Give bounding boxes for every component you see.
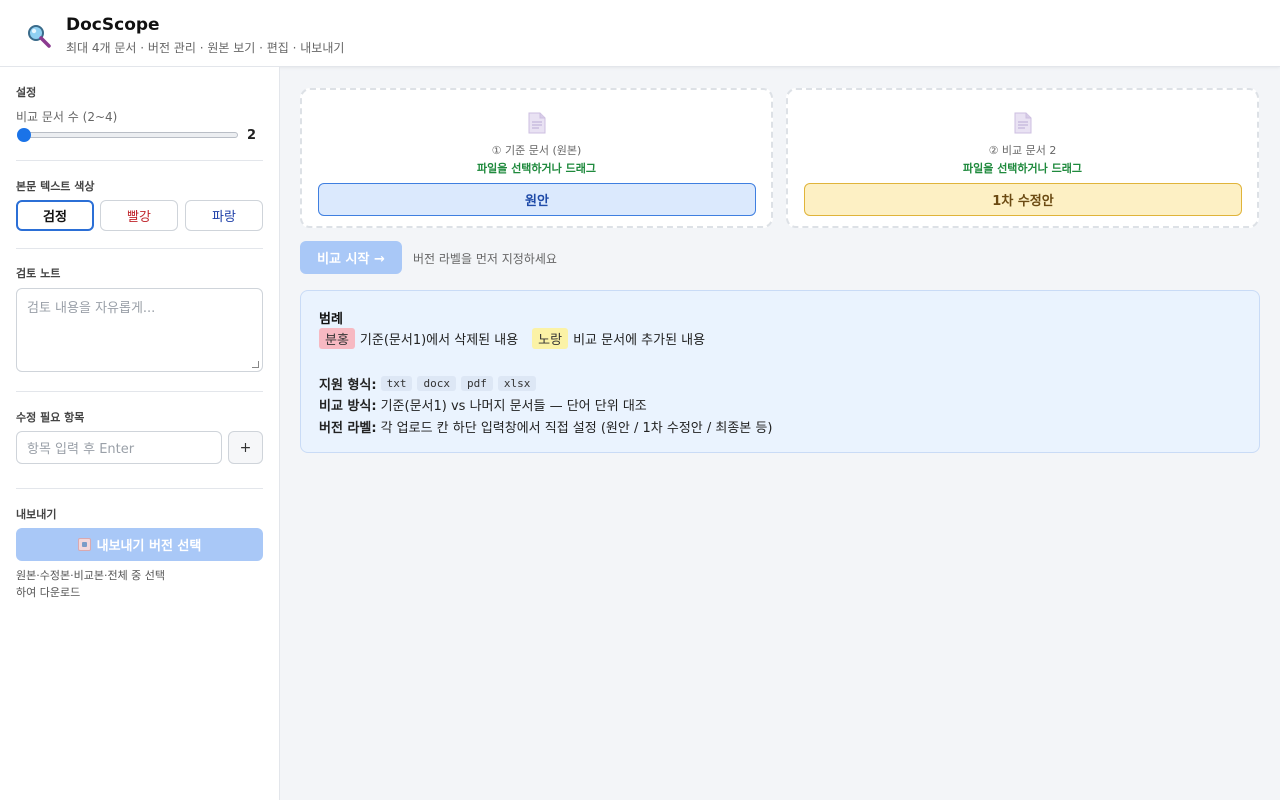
fix-items-title: 수정 필요 항목 [16,411,85,424]
export-version-button[interactable]: 내보내기 버전 선택 [16,528,263,561]
settings-title: 설정 [16,86,37,99]
doc-count-value: 2 [247,128,257,143]
start-hint: 버전 라벨을 먼저 지정하세요 [413,252,557,266]
app-header: DocScope 최대 4개 문서 · 버전 관리 · 원본 보기 · 편집 ·… [0,0,1280,67]
doc-count-slider-thumb[interactable] [17,128,31,142]
upload-hint[interactable]: 파일을 선택하거나 드래그 [302,160,771,176]
version-row: 버전 라벨: 각 업로드 칸 하단 입력창에서 직접 설정 (원안 / 1차 수… [319,417,772,436]
color-red-button[interactable]: 빨강 [100,200,178,231]
version-label: 버전 라벨: [319,421,377,436]
method-label: 비교 방식: [319,399,377,414]
export-button-label: 내보내기 버전 선택 [96,539,202,554]
version-label-input[interactable]: 1차 수정안 [804,183,1242,216]
format-badge: pdf [460,376,493,391]
divider [16,248,263,249]
text-color-title: 본문 텍스트 색상 [16,180,95,193]
review-notes-textarea[interactable]: 검토 내용을 자유롭게... [16,288,263,372]
app-title: DocScope [66,15,160,35]
upload-hint[interactable]: 파일을 선택하거나 드래그 [788,160,1257,176]
divider [16,391,263,392]
format-badge: docx [417,376,456,391]
document-icon [1014,112,1032,134]
version-label-input[interactable]: 원안 [318,183,756,216]
notes-title: 검토 노트 [16,267,61,280]
method-text: 기준(문서1) vs 나머지 문서들 — 단어 단위 대조 [380,399,647,414]
main-content: ① 기준 문서 (원본) 파일을 선택하거나 드래그 원안 ② 비교 문서 2 … [281,67,1280,800]
deleted-text: 기준(문서1)에서 삭제된 내용 [359,333,519,348]
export-title: 내보내기 [16,508,57,521]
legend-title: 범례 [319,312,343,327]
export-hint: 원본·수정본·비교본·전체 중 선택하여 다운로드 [16,569,166,599]
doc-count-label: 비교 문서 수 (2~4) [16,110,118,124]
sidebar: 설정 비교 문서 수 (2~4) 2 본문 텍스트 색상 검정 빨강 파랑 검토… [0,67,280,800]
added-text: 비교 문서에 추가된 내용 [573,333,706,348]
legend-colors-row: 분홍 기준(문서1)에서 삭제된 내용 노랑 비교 문서에 추가된 내용 [319,328,705,349]
app-subtitle: 최대 4개 문서 · 버전 관리 · 원본 보기 · 편집 · 내보내기 [66,41,345,55]
calendar-icon [77,538,91,551]
color-blue-button[interactable]: 파랑 [185,200,263,231]
formats-label: 지원 형식: [319,378,377,393]
magnifier-icon [28,25,51,48]
upload-card-base[interactable]: ① 기준 문서 (원본) 파일을 선택하거나 드래그 원안 [300,88,773,228]
added-chip: 노랑 [532,328,569,349]
format-badge: txt [380,376,413,391]
fix-item-placeholder: 항목 입력 후 Enter [27,442,135,457]
method-row: 비교 방식: 기준(문서1) vs 나머지 문서들 — 단어 단위 대조 [319,395,647,414]
deleted-chip: 분홍 [319,328,355,349]
color-black-button[interactable]: 검정 [16,200,94,231]
format-badge: xlsx [497,376,537,391]
legend-panel: 범례 분홍 기준(문서1)에서 삭제된 내용 노랑 비교 문서에 추가된 내용 … [300,290,1260,453]
divider [16,488,263,489]
resize-grip-icon[interactable] [252,361,259,368]
divider [16,160,263,161]
formats-row: 지원 형식: txt docx pdf xlsx [319,374,541,393]
upload-card-compare[interactable]: ② 비교 문서 2 파일을 선택하거나 드래그 1차 수정안 [786,88,1259,228]
start-compare-button[interactable]: 비교 시작 → [300,241,402,274]
doc-count-slider-track[interactable] [18,132,238,138]
version-text: 각 업로드 칸 하단 입력창에서 직접 설정 (원안 / 1차 수정안 / 최종… [380,421,773,436]
upload-label: ② 비교 문서 2 [988,144,1057,157]
fix-item-input[interactable]: 항목 입력 후 Enter [16,431,222,464]
notes-placeholder: 검토 내용을 자유롭게... [27,301,156,316]
add-item-button[interactable]: + [228,431,263,464]
upload-label: ① 기준 문서 (원본) [491,144,582,157]
document-icon [528,112,546,134]
